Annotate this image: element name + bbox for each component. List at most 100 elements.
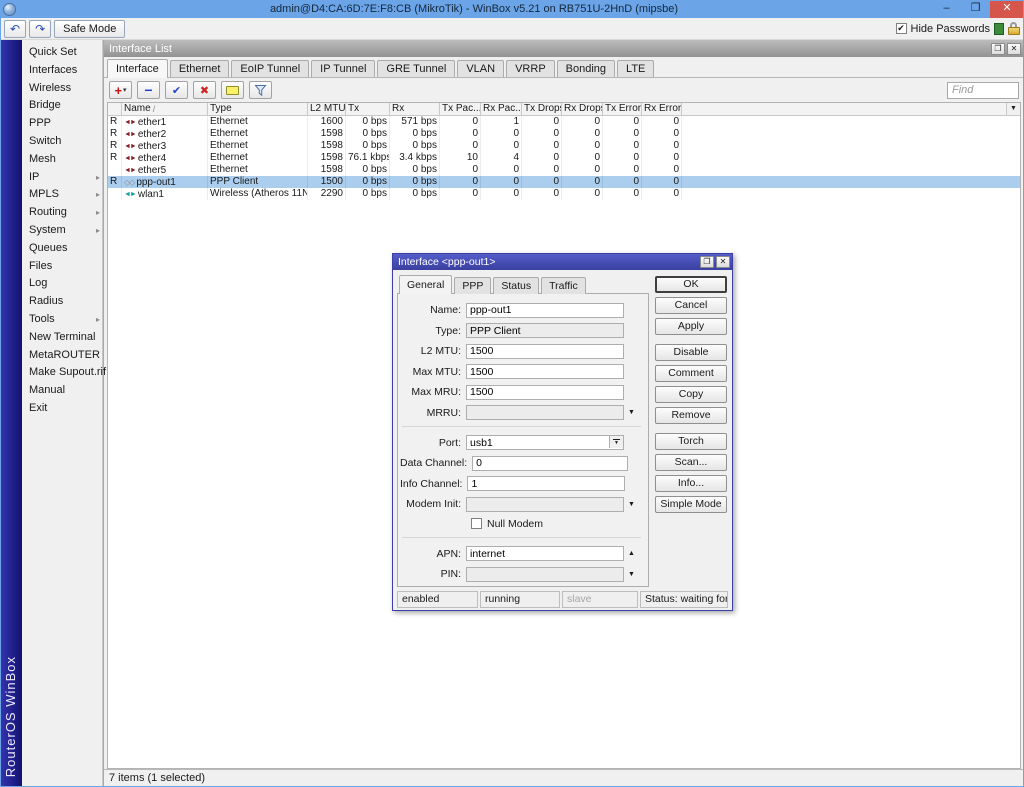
apn-field[interactable] — [466, 546, 624, 561]
chevron-down-icon[interactable]: ▼ — [624, 571, 639, 578]
table-row-ether2[interactable]: R ◄►ether2 Ethernet 1598 0 bps 0 bps 0 0… — [108, 128, 1020, 140]
restore-icon[interactable]: ❐ — [991, 43, 1005, 55]
tab-vlan[interactable]: VLAN — [457, 60, 504, 77]
tab-ethernet[interactable]: Ethernet — [170, 60, 230, 77]
column-tx-drops[interactable]: Tx Drops — [522, 103, 562, 115]
apply-button[interactable]: Apply — [655, 318, 727, 335]
column-l2mtu[interactable]: L2 MTU — [308, 103, 346, 115]
column-tx-packets[interactable]: Tx Pac... — [440, 103, 481, 115]
sidebar-item-system[interactable]: System▸ — [22, 222, 102, 240]
info-channel-field[interactable] — [467, 476, 625, 491]
sidebar-item-switch[interactable]: Switch — [22, 133, 102, 151]
tab-traffic[interactable]: Traffic — [541, 277, 586, 294]
sidebar-item-radius[interactable]: Radius — [22, 293, 102, 311]
sidebar-item-metarouter[interactable]: MetaROUTER — [22, 347, 102, 365]
sidebar-item-log[interactable]: Log — [22, 275, 102, 293]
sidebar-item-manual[interactable]: Manual — [22, 382, 102, 400]
comment-button[interactable] — [221, 81, 244, 99]
tab-gre-tunnel[interactable]: GRE Tunnel — [377, 60, 455, 77]
close-icon[interactable]: ✕ — [1007, 43, 1021, 55]
safe-mode-button[interactable]: Safe Mode — [54, 20, 125, 38]
tab-status[interactable]: Status — [493, 277, 539, 294]
sidebar-item-interfaces[interactable]: Interfaces — [22, 62, 102, 80]
redo-button[interactable]: ↷ — [29, 20, 51, 38]
max-mru-field[interactable] — [466, 385, 624, 400]
chevron-up-icon[interactable]: ▲ — [624, 550, 639, 557]
info-button[interactable]: Info... — [655, 475, 727, 492]
tab-ppp[interactable]: PPP — [454, 277, 491, 294]
sidebar-item-quick-set[interactable]: Quick Set — [22, 44, 102, 62]
sidebar-item-mpls[interactable]: MPLS▸ — [22, 186, 102, 204]
tab-vrrp[interactable]: VRRP — [506, 60, 555, 77]
modem-init-field[interactable] — [466, 497, 624, 512]
sidebar-item-routing[interactable]: Routing▸ — [22, 204, 102, 222]
tab-ip-tunnel[interactable]: IP Tunnel — [311, 60, 375, 77]
port-field[interactable] — [466, 435, 624, 450]
mrru-field[interactable] — [466, 405, 624, 420]
sidebar-item-mesh[interactable]: Mesh — [22, 151, 102, 169]
column-tx[interactable]: Tx — [346, 103, 390, 115]
table-row-ether5[interactable]: ◄►ether5 Ethernet 1598 0 bps 0 bps 0 0 0… — [108, 164, 1020, 176]
column-rx[interactable]: Rx — [390, 103, 440, 115]
disable-interface-button[interactable]: ✖ — [193, 81, 216, 99]
sidebar-item-make-supout[interactable]: Make Supout.rif — [22, 364, 102, 382]
disable-button[interactable]: Disable — [655, 344, 727, 361]
pin-field[interactable] — [466, 567, 624, 582]
max-mtu-field[interactable] — [466, 364, 624, 379]
scan-button[interactable]: Scan... — [655, 454, 727, 471]
table-row-wlan1[interactable]: ◄►wlan1 Wireless (Atheros 11N) 2290 0 bp… — [108, 188, 1020, 200]
sidebar-item-ppp[interactable]: PPP — [22, 115, 102, 133]
column-name[interactable]: Name/ — [122, 103, 208, 115]
data-channel-field[interactable] — [472, 456, 628, 471]
remove-button[interactable]: Remove — [655, 407, 727, 424]
table-row-ether4[interactable]: R ◄►ether4 Ethernet 1598 76.1 kbps 3.4 k… — [108, 152, 1020, 164]
undo-button[interactable]: ↶ — [4, 20, 26, 38]
tab-interface[interactable]: Interface — [107, 59, 168, 78]
sidebar-item-bridge[interactable]: Bridge — [22, 97, 102, 115]
restore-icon[interactable]: ❐ — [700, 256, 714, 268]
close-icon[interactable]: ✕ — [716, 256, 730, 268]
sidebar-item-files[interactable]: Files — [22, 258, 102, 276]
copy-button[interactable]: Copy — [655, 386, 727, 403]
ok-button[interactable]: OK — [655, 276, 727, 293]
maximize-button[interactable]: ❐ — [961, 0, 990, 18]
torch-button[interactable]: Torch — [655, 433, 727, 450]
sidebar-item-ip[interactable]: IP▸ — [22, 169, 102, 187]
name-field[interactable] — [466, 303, 624, 318]
column-type[interactable]: Type — [208, 103, 308, 115]
add-interface-button[interactable]: +▾ — [109, 81, 132, 99]
chevron-down-icon[interactable]: ▼ — [624, 409, 639, 416]
hide-passwords-checkbox[interactable]: ✔ — [896, 23, 907, 34]
simple-mode-button[interactable]: Simple Mode — [655, 496, 727, 513]
comment-button[interactable]: Comment — [655, 365, 727, 382]
column-rx-packets[interactable]: Rx Pac... — [481, 103, 522, 115]
minimize-button[interactable]: – — [932, 0, 961, 18]
close-button[interactable]: ✕ — [990, 0, 1024, 18]
remove-interface-button[interactable]: − — [137, 81, 160, 99]
port-select-dropdown-icon[interactable]: ▼ — [609, 436, 623, 448]
sidebar-item-tools[interactable]: Tools▸ — [22, 311, 102, 329]
tab-bonding[interactable]: Bonding — [557, 60, 615, 77]
l2-mtu-field[interactable] — [466, 344, 624, 359]
tab-eoip-tunnel[interactable]: EoIP Tunnel — [231, 60, 309, 77]
chevron-down-icon[interactable]: ▼ — [624, 501, 639, 508]
cancel-button[interactable]: Cancel — [655, 297, 727, 314]
table-row-ether1[interactable]: R ◄►ether1 Ethernet 1600 0 bps 571 bps 0… — [108, 116, 1020, 128]
table-row-ppp-out1-selected[interactable]: R ◇◇ppp-out1 PPP Client 1500 0 bps 0 bps… — [108, 176, 1020, 188]
column-flag[interactable] — [108, 103, 122, 115]
filter-button[interactable] — [249, 81, 272, 99]
null-modem-checkbox[interactable] — [471, 518, 482, 529]
sidebar-item-wireless[interactable]: Wireless — [22, 80, 102, 98]
sidebar-item-queues[interactable]: Queues — [22, 240, 102, 258]
sidebar-item-exit[interactable]: Exit — [22, 400, 102, 418]
find-input[interactable] — [947, 82, 1019, 99]
column-rx-errors[interactable]: Rx Errors — [642, 103, 682, 115]
sidebar-item-new-terminal[interactable]: New Terminal — [22, 329, 102, 347]
tab-general[interactable]: General — [399, 275, 452, 294]
column-tx-errors[interactable]: Tx Errors — [603, 103, 642, 115]
table-row-ether3[interactable]: R ◄►ether3 Ethernet 1598 0 bps 0 bps 0 0… — [108, 140, 1020, 152]
column-rx-drops[interactable]: Rx Drops — [562, 103, 603, 115]
tab-lte[interactable]: LTE — [617, 60, 654, 77]
column-selector-dropdown[interactable]: ▼ — [1006, 103, 1020, 115]
enable-interface-button[interactable]: ✔ — [165, 81, 188, 99]
